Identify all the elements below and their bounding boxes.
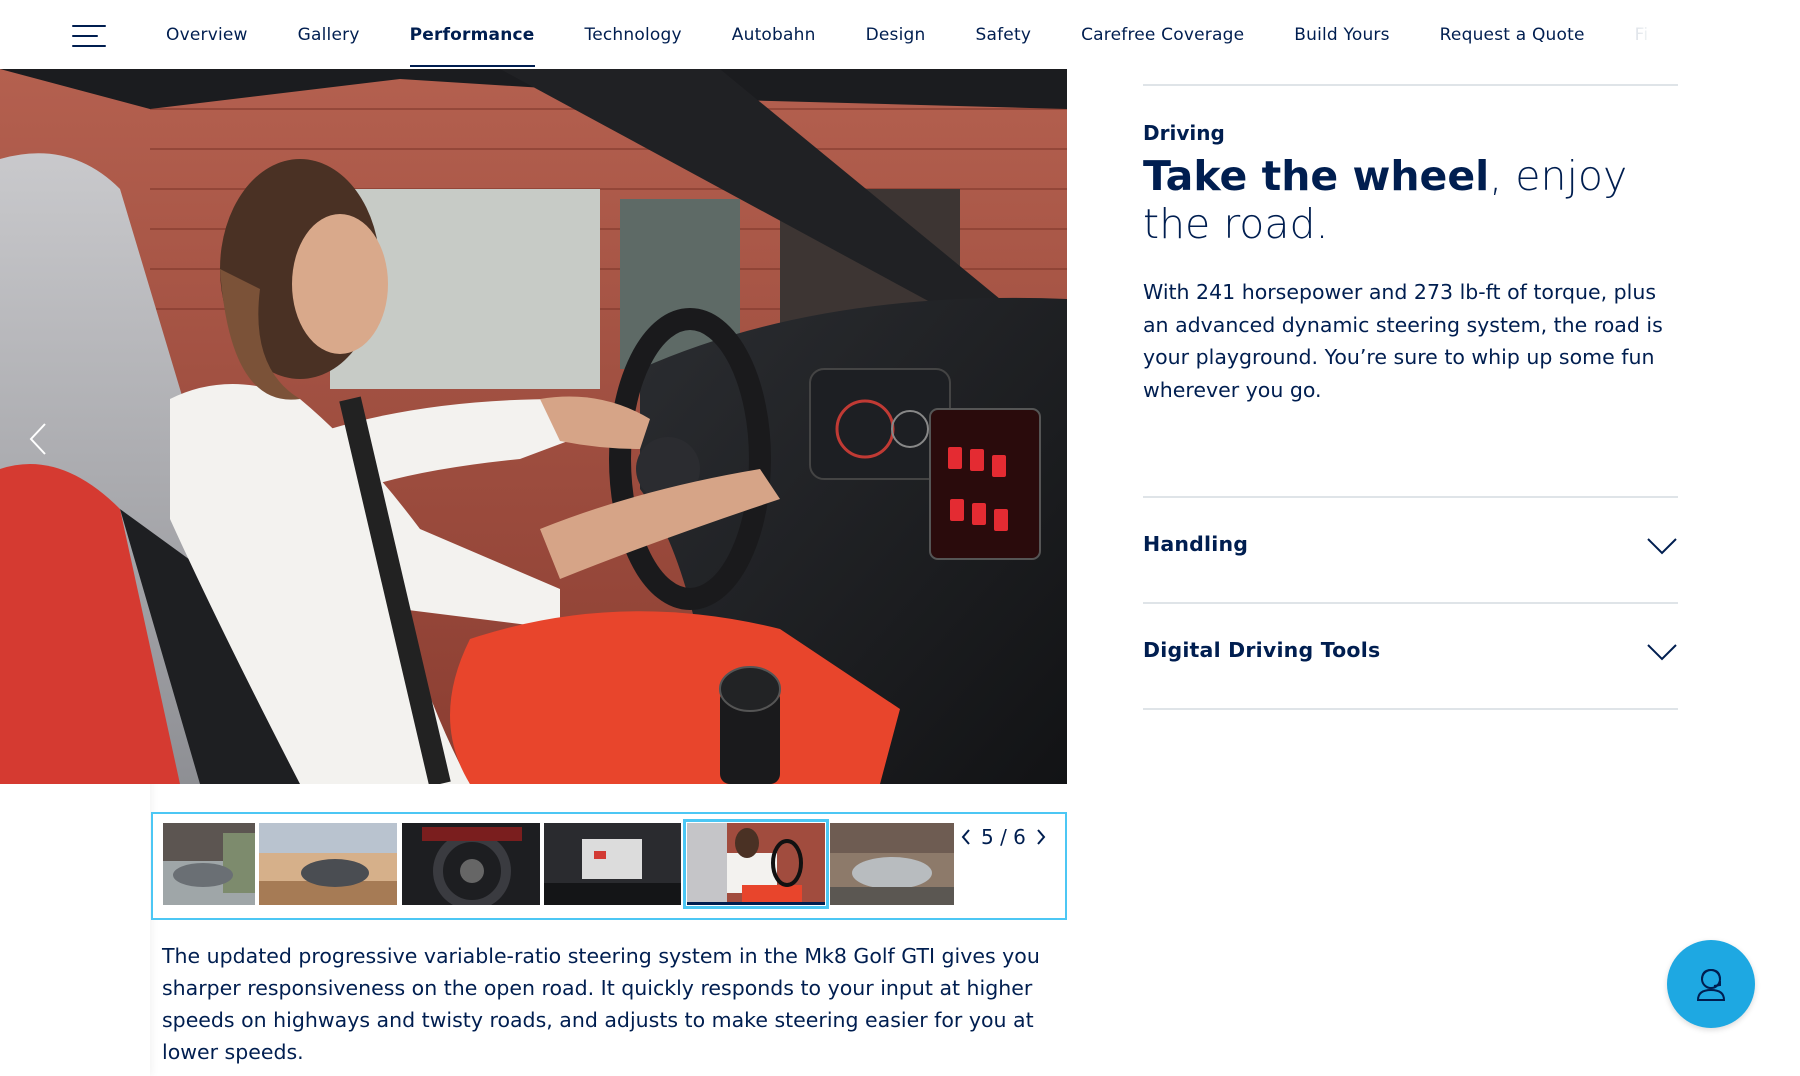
gallery-counter-text: 5 / 6 <box>981 825 1026 849</box>
divider <box>1143 84 1678 86</box>
section-headline: Take the wheel, enjoy the road. <box>1143 152 1663 248</box>
accordion-label: Handling <box>1143 532 1249 556</box>
top-navigation: Overview Gallery Performance Technology Auto… <box>0 0 1800 69</box>
chat-agent-icon <box>1696 968 1726 1001</box>
thumbnail-2[interactable] <box>259 823 397 905</box>
thumbnail-6[interactable] <box>830 823 954 905</box>
divider <box>1143 708 1678 710</box>
image-caption: The updated progressive variable-ratio s… <box>162 944 1040 1064</box>
thumbnail-image <box>830 823 954 905</box>
nav-item-design[interactable]: Design <box>866 0 926 69</box>
nav-item-request-quote[interactable]: Request a Quote <box>1440 0 1585 69</box>
section-body: With 241 horsepower and 273 lb-ft of tor… <box>1143 280 1663 402</box>
thumbnail-1[interactable] <box>163 823 255 905</box>
hamburger-menu-icon[interactable] <box>70 22 110 52</box>
chevron-left-icon <box>29 423 46 455</box>
nav-item-gallery[interactable]: Gallery <box>298 0 360 69</box>
thumbnail-3[interactable] <box>402 823 540 905</box>
hero-photo-driver-interior <box>0 69 1067 784</box>
chevron-left-icon <box>961 829 970 845</box>
chevron-right-icon <box>1037 829 1046 845</box>
nav-item-autobahn[interactable]: Autobahn <box>732 0 816 69</box>
accordion-handling[interactable]: Handling <box>1143 498 1678 602</box>
thumb-next-button[interactable] <box>1036 829 1046 845</box>
nav-item-safety[interactable]: Safety <box>976 0 1032 69</box>
thumbnail-image <box>544 823 681 905</box>
thumbnail-4[interactable] <box>544 823 681 905</box>
nav-item-performance[interactable]: Performance <box>409 0 535 69</box>
thumbnail-5-active[interactable] <box>683 819 829 909</box>
hero-prev-arrow[interactable] <box>18 409 58 469</box>
section-nav: Overview Gallery Performance Technology Auto… <box>166 0 1670 69</box>
thumbnail-image <box>259 823 397 905</box>
hero-illustration <box>0 69 1067 784</box>
accordion-label: Digital Driving Tools <box>1143 638 1381 662</box>
chevron-down-icon <box>1647 644 1677 661</box>
section-eyebrow: Driving <box>1143 121 1225 145</box>
thumbnail-image <box>402 823 540 905</box>
nav-item-overview[interactable]: Overview <box>166 0 248 69</box>
chat-agent-button[interactable] <box>1667 940 1755 1028</box>
gallery-counter: 5 / 6 <box>961 822 1046 852</box>
nav-item-technology[interactable]: Technology <box>585 0 682 69</box>
thumbnail-strip: 5 / 6 <box>151 812 1067 920</box>
headline-bold: Take the wheel <box>1143 152 1490 200</box>
chevron-down-icon <box>1647 538 1677 555</box>
nav-fade <box>1610 0 1670 69</box>
hero-next-arrow[interactable] <box>1008 69 1067 129</box>
thumbnail-image <box>687 823 825 905</box>
thumb-prev-button[interactable] <box>961 829 971 845</box>
accordion-digital-driving-tools[interactable]: Digital Driving Tools <box>1143 604 1678 708</box>
nav-item-carefree-coverage[interactable]: Carefree Coverage <box>1081 0 1244 69</box>
nav-item-build-yours[interactable]: Build Yours <box>1294 0 1389 69</box>
thumbnail-image <box>163 823 255 905</box>
